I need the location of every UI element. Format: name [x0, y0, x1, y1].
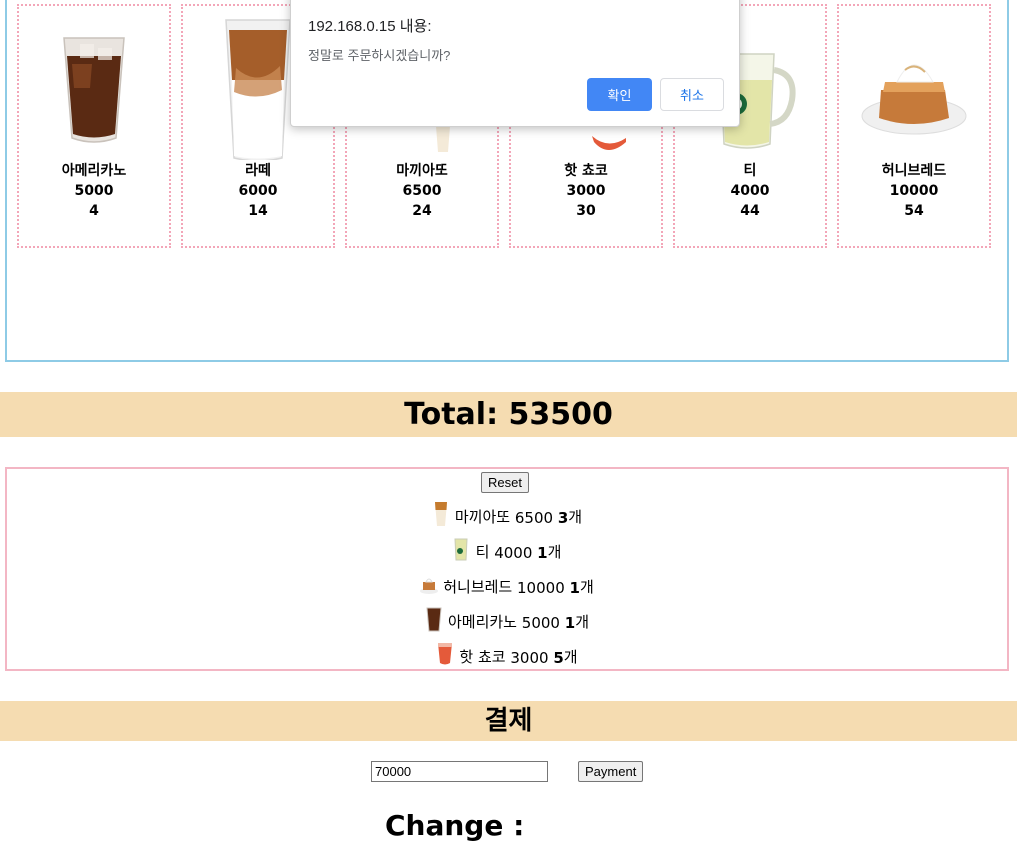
order-item-qty: 3	[557, 509, 569, 527]
order-item-qty: 1	[569, 579, 580, 597]
menu-item-name: 티	[743, 163, 757, 179]
order-item-price: 5000	[521, 614, 560, 632]
order-item-unit: 개	[568, 508, 583, 526]
honey-bread-icon	[420, 578, 439, 594]
menu-item-americano[interactable]: 아메리카노 5000 4	[17, 4, 171, 248]
order-item-unit: 개	[579, 578, 594, 596]
reset-button[interactable]: Reset	[481, 472, 529, 493]
order-row: 티 4000 1개	[7, 532, 1007, 562]
payment-title: 결제	[484, 706, 533, 736]
confirm-cancel-button[interactable]: 취소	[660, 78, 724, 111]
menu-item-price: 5000	[74, 183, 114, 199]
order-item-name: 허니브레드	[443, 578, 513, 596]
order-list-panel: Reset 마끼아또 6500 3개 티 4000 1개 허니브레드 10000…	[5, 467, 1009, 671]
order-row: 핫 쵸코 3000 5개	[7, 637, 1007, 667]
macchiato-icon	[434, 502, 447, 526]
menu-item-price: 6500	[402, 183, 442, 199]
menu-item-name: 마끼아또	[396, 163, 448, 179]
order-item-name: 마끼아또	[454, 508, 511, 526]
order-item-price: 10000	[517, 579, 565, 597]
confirm-ok-button[interactable]: 확인	[587, 78, 652, 111]
menu-item-name: 핫 쵸코	[564, 163, 608, 179]
dialog-title: 192.168.0.15 내용:	[308, 18, 432, 35]
tea-mug-icon	[454, 538, 468, 561]
menu-item-count: 30	[576, 203, 596, 219]
change-label: Change :	[385, 809, 525, 842]
order-row: 마끼아또 6500 3개	[7, 497, 1007, 527]
order-item-price: 3000	[510, 649, 549, 667]
menu-item-count: 44	[740, 203, 760, 219]
menu-item-name: 라떼	[245, 163, 271, 179]
order-item-name: 티	[475, 543, 490, 561]
total-label: Total: 53500	[404, 397, 613, 432]
payment-button[interactable]: Payment	[578, 761, 644, 782]
order-item-qty: 1	[564, 614, 576, 632]
menu-item-name: 허니브레드	[881, 163, 947, 179]
menu-item-price: 10000	[889, 183, 939, 199]
menu-item-name: 아메리카노	[61, 163, 127, 179]
menu-item-honey-bread[interactable]: 허니브레드 10000 54	[837, 4, 991, 248]
menu-item-count: 4	[89, 203, 99, 219]
payment-amount-input[interactable]	[371, 761, 548, 782]
iced-americano-icon	[19, 18, 169, 154]
order-item-unit: 개	[575, 613, 589, 631]
menu-item-price: 3000	[566, 183, 606, 199]
order-item-price: 4000	[494, 544, 533, 562]
order-item-qty: 5	[553, 649, 564, 667]
order-item-unit: 개	[547, 543, 562, 561]
order-item-name: 핫 쵸코	[459, 648, 506, 666]
order-item-name: 아메리카노	[447, 613, 517, 631]
payment-bar: 결제	[0, 701, 1017, 741]
menu-item-count: 54	[904, 203, 924, 219]
menu-item-count: 14	[248, 203, 268, 219]
menu-item-count: 24	[412, 203, 432, 219]
honey-bread-icon	[839, 18, 989, 154]
dialog-message: 정말로 주문하시겠습니까?	[308, 48, 451, 63]
order-row: 허니브레드 10000 1개	[7, 567, 1007, 597]
total-bar: Total: 53500	[0, 392, 1017, 437]
order-item-price: 6500	[514, 509, 554, 527]
menu-item-price: 4000	[730, 183, 770, 199]
confirm-dialog: 192.168.0.15 내용: 정말로 주문하시겠습니까? 확인 취소	[290, 0, 740, 127]
order-row: 아메리카노 5000 1개	[7, 602, 1007, 632]
iced-americano-icon	[426, 607, 442, 632]
hot-chocolate-icon	[438, 643, 453, 665]
menu-item-price: 6000	[238, 183, 278, 199]
order-item-unit: 개	[563, 648, 578, 666]
order-item-qty: 1	[537, 544, 548, 562]
